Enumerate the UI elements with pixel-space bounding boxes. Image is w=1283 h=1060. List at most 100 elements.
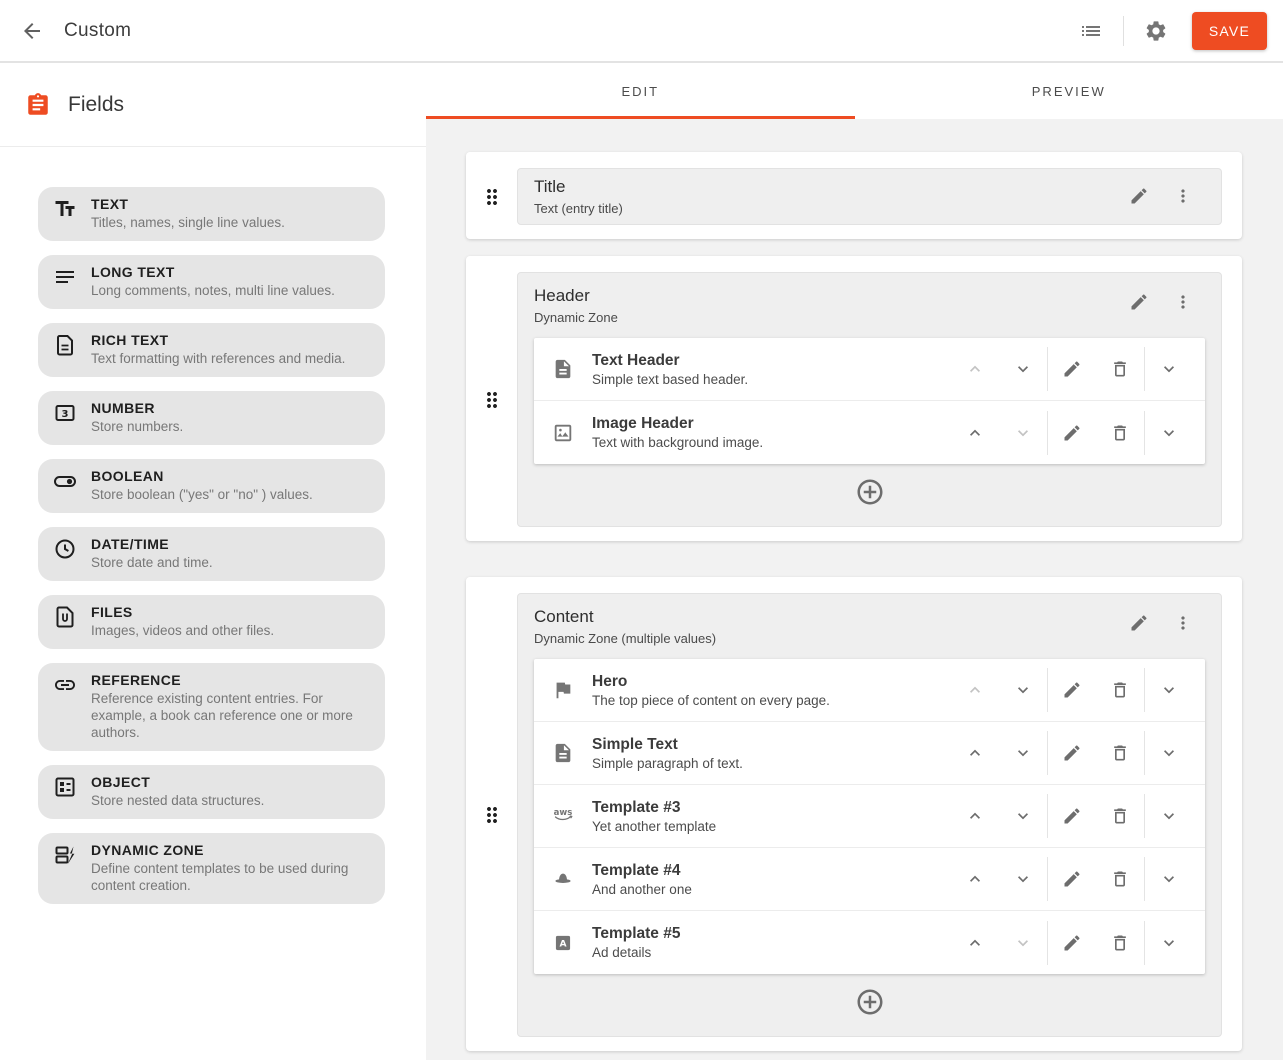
template-row-template-5: Template #5 Ad details — [534, 911, 1205, 974]
field-type-long-text[interactable]: LONG TEXT Long comments, notes, multi li… — [38, 255, 385, 309]
field-type-label: BOOLEAN — [91, 468, 313, 485]
move-up-button[interactable] — [951, 792, 999, 840]
chevron-down-icon — [1159, 423, 1179, 443]
kebab-menu-icon — [1173, 613, 1193, 633]
field-type-number[interactable]: NUMBER Store numbers. — [38, 391, 385, 445]
boolean-toggle-icon — [53, 469, 77, 493]
list-icon — [1079, 19, 1103, 43]
ad-icon — [553, 933, 573, 953]
field-menu-button[interactable] — [1161, 178, 1205, 214]
edit-field-button[interactable] — [1117, 178, 1161, 214]
field-type-text[interactable]: TEXT Titles, names, single line values. — [38, 187, 385, 241]
field-card-header: Header Dynamic Zone Text Header — [466, 256, 1242, 541]
move-down-button[interactable] — [999, 792, 1047, 840]
template-list: Text Header Simple text based header. — [534, 338, 1205, 464]
field-type-description: Store nested data structures. — [91, 792, 264, 809]
field-type-date-time[interactable]: DATE/TIME Store date and time. — [38, 527, 385, 581]
drag-handle-icon[interactable] — [480, 803, 504, 827]
save-button[interactable]: SAVE — [1192, 12, 1267, 50]
chevron-down-icon — [1013, 359, 1033, 379]
delete-template-button[interactable] — [1096, 666, 1144, 714]
expand-template-button[interactable] — [1145, 409, 1193, 457]
field-type-boolean[interactable]: BOOLEAN Store boolean ("yes" or "no" ) v… — [38, 459, 385, 513]
field-type-rich-text[interactable]: RICH TEXT Text formatting with reference… — [38, 323, 385, 377]
text-fields-icon — [53, 197, 77, 221]
edit-template-button[interactable] — [1048, 792, 1096, 840]
delete-template-button[interactable] — [1096, 855, 1144, 903]
move-up-button[interactable] — [951, 666, 999, 714]
dynamic-zone-icon — [53, 843, 77, 867]
page-title: Custom — [64, 20, 131, 42]
move-down-button[interactable] — [999, 409, 1047, 457]
field-type-description: Store date and time. — [91, 554, 213, 571]
template-row-image-header: Image Header Text with background image. — [534, 401, 1205, 464]
chevron-down-icon — [1159, 743, 1179, 763]
move-up-button[interactable] — [951, 729, 999, 777]
expand-template-button[interactable] — [1145, 792, 1193, 840]
field-type-object[interactable]: OBJECT Store nested data structures. — [38, 765, 385, 819]
field-type-dynamic-zone[interactable]: DYNAMIC ZONE Define content templates to… — [38, 833, 385, 904]
delete-template-button[interactable] — [1096, 345, 1144, 393]
edit-template-button[interactable] — [1048, 855, 1096, 903]
template-name: Simple Text — [592, 736, 951, 754]
settings-button[interactable] — [1136, 11, 1176, 51]
move-down-button[interactable] — [999, 855, 1047, 903]
flag-icon — [552, 679, 574, 701]
edit-template-button[interactable] — [1048, 666, 1096, 714]
chevron-down-icon — [1159, 933, 1179, 953]
tab-edit[interactable]: EDIT — [426, 63, 855, 119]
expand-template-button[interactable] — [1145, 345, 1193, 393]
delete-template-button[interactable] — [1096, 792, 1144, 840]
chevron-down-icon — [1159, 359, 1179, 379]
trash-icon — [1110, 680, 1130, 700]
template-description: Ad details — [592, 945, 951, 960]
expand-template-button[interactable] — [1145, 666, 1193, 714]
back-button[interactable] — [12, 11, 52, 51]
field-menu-button[interactable] — [1161, 284, 1205, 320]
edit-template-button[interactable] — [1048, 919, 1096, 967]
field-subtitle: Text (entry title) — [534, 201, 1117, 216]
chevron-down-icon — [1013, 933, 1033, 953]
edit-template-button[interactable] — [1048, 409, 1096, 457]
template-description: Yet another template — [592, 819, 951, 834]
delete-template-button[interactable] — [1096, 729, 1144, 777]
expand-template-button[interactable] — [1145, 919, 1193, 967]
trash-icon — [1110, 933, 1130, 953]
move-up-button[interactable] — [951, 855, 999, 903]
editor-tabs: EDIT PREVIEW — [426, 63, 1283, 119]
edit-template-button[interactable] — [1048, 729, 1096, 777]
move-down-button[interactable] — [999, 666, 1047, 714]
field-type-label: FILES — [91, 604, 274, 621]
delete-template-button[interactable] — [1096, 409, 1144, 457]
fields-title: Fields — [68, 93, 124, 117]
field-type-description: Store numbers. — [91, 418, 183, 435]
field-type-files[interactable]: FILES Images, videos and other files. — [38, 595, 385, 649]
expand-template-button[interactable] — [1145, 729, 1193, 777]
tab-preview[interactable]: PREVIEW — [855, 63, 1283, 119]
index-list-button[interactable] — [1071, 11, 1111, 51]
move-up-button[interactable] — [951, 409, 999, 457]
field-menu-button[interactable] — [1161, 605, 1205, 641]
edit-template-button[interactable] — [1048, 345, 1096, 393]
gear-icon — [1144, 19, 1168, 43]
move-up-button[interactable] — [951, 345, 999, 393]
trash-icon — [1110, 359, 1130, 379]
drag-handle-icon[interactable] — [480, 388, 504, 412]
edit-field-button[interactable] — [1117, 284, 1161, 320]
chevron-down-icon — [1159, 869, 1179, 889]
add-template-button[interactable] — [852, 474, 888, 510]
move-down-button[interactable] — [999, 345, 1047, 393]
drag-handle-icon[interactable] — [480, 185, 504, 209]
pencil-icon — [1062, 806, 1082, 826]
pencil-icon — [1062, 423, 1082, 443]
delete-template-button[interactable] — [1096, 919, 1144, 967]
move-up-button[interactable] — [951, 919, 999, 967]
edit-field-button[interactable] — [1117, 605, 1161, 641]
editor-main: EDIT PREVIEW Title Text (entry title) — [426, 63, 1283, 1060]
move-down-button[interactable] — [999, 729, 1047, 777]
move-down-button[interactable] — [999, 919, 1047, 967]
long-text-icon — [53, 265, 77, 289]
add-template-button[interactable] — [852, 984, 888, 1020]
field-type-reference[interactable]: REFERENCE Reference existing content ent… — [38, 663, 385, 751]
expand-template-button[interactable] — [1145, 855, 1193, 903]
